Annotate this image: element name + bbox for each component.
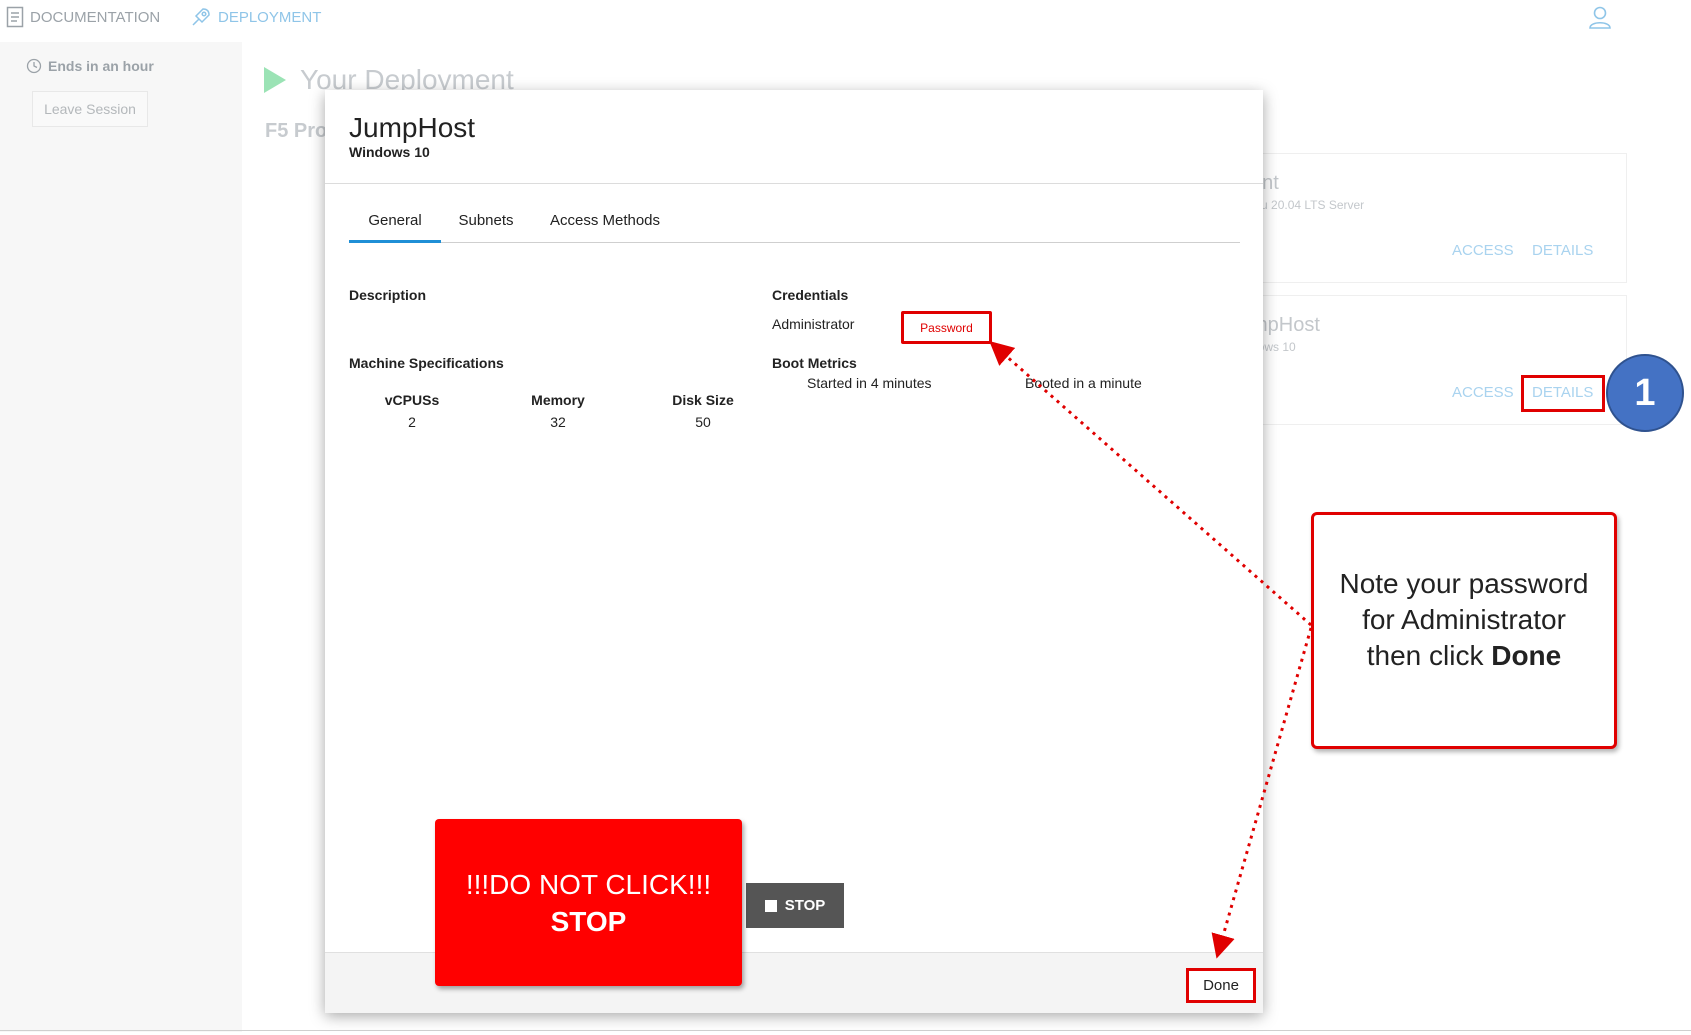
document-icon [6,6,24,28]
nav-documentation-label: DOCUMENTATION [30,8,161,26]
spec-memory: Memory 32 [488,392,628,430]
boot-started-time: Started in 4 minutes [807,375,932,391]
rocket-icon [192,8,210,26]
password-button[interactable]: Password [901,311,992,344]
spec-value: 50 [695,414,711,430]
session-timer-label: Ends in an hour [48,58,154,74]
do-not-click-callout: !!!DO NOT CLICK!!! STOP [435,819,742,986]
nav-documentation[interactable]: DOCUMENTATION [6,6,160,28]
spec-label: Disk Size [672,392,734,408]
instruction-text: Note your password for Administrator the… [1339,566,1588,674]
tab-general[interactable]: General [349,212,441,243]
machine-specs-label: Machine Specifications [349,355,504,371]
step-number-badge: 1 [1606,354,1684,432]
warning-text-line2: STOP [550,906,627,937]
leave-session-button[interactable]: Leave Session [32,91,148,127]
instruction-done-emphasis: Done [1491,639,1562,671]
play-icon [264,67,286,93]
access-link[interactable]: ACCESS [1452,242,1514,259]
credentials-username: Administrator [772,316,855,332]
boot-booted-time: Booted in a minute [1025,375,1142,391]
session-timer: Ends in an hour [26,58,154,74]
access-link[interactable]: ACCESS [1452,384,1514,401]
spec-vcpus: vCPUSs 2 [342,392,482,430]
instruction-line3: then click Done [1339,638,1588,674]
dialog-title: JumpHost [349,112,476,143]
details-highlight-box [1521,375,1605,412]
spec-disk-size: Disk Size 50 [633,392,773,430]
nav-deployment[interactable]: DEPLOYMENT [190,6,321,28]
dialog-tabs: General Subnets Access Methods [349,212,1240,243]
instruction-line1: Note your password [1339,567,1589,599]
dialog-divider [325,183,1263,184]
clock-icon [26,58,42,74]
top-navigation: DOCUMENTATION DEPLOYMENT [0,0,1691,32]
spec-label: Memory [531,392,585,408]
dialog-subtitle: Windows 10 [349,144,430,160]
done-button[interactable]: Done [1186,968,1256,1003]
tab-access-methods[interactable]: Access Methods [531,212,679,240]
warning-text-line1: !!!DO NOT CLICK!!! [465,869,712,900]
details-link[interactable]: DETAILS [1532,242,1593,259]
instruction-line2: for Administrator [1362,603,1566,635]
stop-icon [764,899,777,912]
stop-button[interactable]: STOP [746,883,844,928]
project-label: F5 Pro [265,120,328,142]
sidebar [0,42,242,1032]
credentials-label: Credentials [772,287,849,303]
spec-label: vCPUSs [384,392,440,408]
user-icon[interactable] [1587,4,1613,30]
instruction-callout: Note your password for Administrator the… [1311,512,1617,749]
page-divider [0,1030,1691,1031]
stop-button-label: STOP [784,897,826,914]
spec-value: 2 [408,414,416,430]
spec-value: 32 [550,414,566,430]
tab-subnets[interactable]: Subnets [441,212,531,240]
machine-card-subtitle: ntu 20.04 LTS Server [1251,198,1365,212]
description-label: Description [349,287,427,303]
instruction-line3-prefix: then click [1366,639,1492,671]
boot-metrics-label: Boot Metrics [772,355,857,371]
machine-card: ent ntu 20.04 LTS Server ACCESS DETAILS [1240,153,1627,283]
nav-deployment-label: DEPLOYMENT [218,8,322,26]
